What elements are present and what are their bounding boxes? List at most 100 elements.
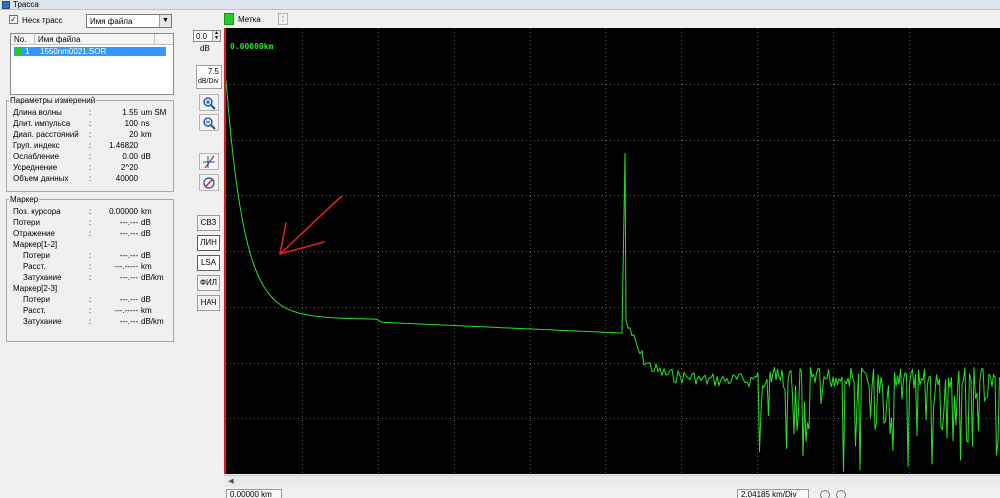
- marker-colon: :: [89, 262, 92, 271]
- window-titlebar: Трасса: [0, 0, 1000, 10]
- marker-value: ---.-----: [114, 306, 138, 315]
- marker-row: Потери: ---.--- dB: [13, 217, 173, 228]
- marker-cursor-icon: [203, 155, 215, 169]
- marker-label: Поз. курсора: [13, 207, 61, 216]
- marker-label: Потери: [13, 218, 40, 227]
- marker-unit: dB: [141, 218, 151, 227]
- trace-mode-select[interactable]: Имя файла ▼: [86, 14, 172, 28]
- zoom-in-button[interactable]: [199, 94, 219, 111]
- start-distance: 0.00000 km: [226, 489, 282, 498]
- marker-colon[interactable]: :: [278, 13, 288, 25]
- trace-canvas[interactable]: [226, 28, 1000, 474]
- marker-row: Поз. курсора: 0.00000 km: [13, 206, 173, 217]
- multi-trace-checkbox[interactable]: ✓: [9, 15, 18, 24]
- file-list-row[interactable]: 1 1550nm0021.SOR: [14, 47, 166, 56]
- file-row-name: 1550nm0021.SOR: [40, 47, 107, 56]
- measurement-unit: um SM: [141, 108, 167, 117]
- spinner-arrows-icon[interactable]: ▲ ▼: [212, 31, 220, 41]
- trace-mode-value: Имя файла: [90, 17, 133, 26]
- marker-row: Маркер[1-2]: [13, 239, 173, 250]
- column-no[interactable]: No.: [14, 35, 26, 44]
- chevron-down-icon[interactable]: ▼: [159, 15, 171, 27]
- mode-button-svz[interactable]: СВЗ: [197, 215, 220, 231]
- marker-label: Расст.: [23, 262, 46, 271]
- marker-value: ---.---: [119, 251, 138, 260]
- marker-label: Маркер[1-2]: [13, 240, 58, 249]
- marker-colon: :: [89, 317, 92, 326]
- marker-row: Потери: ---.--- dB: [13, 250, 173, 261]
- scale-unit: dB/Div: [198, 78, 219, 85]
- marker-colon: :: [89, 273, 92, 282]
- marker-unit: km: [141, 306, 152, 315]
- marker-value: ---.---: [119, 229, 138, 238]
- marker-unit: dB: [141, 229, 151, 238]
- measurement-row: Объем данных: 40000: [13, 173, 173, 184]
- column-filename[interactable]: Имя файла: [38, 35, 80, 44]
- offset-unit: dB: [200, 44, 210, 53]
- marker-value: ---.---: [119, 295, 138, 304]
- zoom-in-icon: [203, 97, 216, 110]
- marker-label: Затухание: [23, 273, 62, 282]
- measurement-value: 40000: [115, 174, 138, 183]
- marker-clear-icon: [203, 177, 215, 189]
- marker-row: Маркер[2-3]: [13, 283, 173, 294]
- measurement-colon: :: [89, 174, 92, 183]
- marker-color-swatch[interactable]: [224, 13, 234, 25]
- file-list-header: No. Имя файла: [11, 34, 173, 45]
- marker-row: Затухание: ---.--- dB/km: [13, 272, 173, 283]
- otdr-trace-line: [226, 79, 1000, 472]
- marker-label: Маркер[2-3]: [13, 284, 58, 293]
- measurement-colon: :: [89, 141, 92, 150]
- window-title: Трасса: [13, 0, 39, 9]
- distance-readout: 0.00000km: [230, 42, 274, 51]
- mode-button-nach[interactable]: НАЧ: [197, 295, 220, 311]
- marker-cursor-button[interactable]: [199, 153, 219, 170]
- marker-row: Затухание: ---.--- dB/km: [13, 316, 173, 327]
- offset-spinner[interactable]: 0.0 ▲ ▼: [193, 30, 221, 42]
- annotation-arrow-head: [279, 222, 325, 255]
- marker-row: Отражение: ---.--- dB: [13, 228, 173, 239]
- mode-button-lsa[interactable]: LSA: [197, 255, 220, 271]
- measurement-label: Ослабление: [13, 152, 60, 161]
- marker-row: Потери: ---.--- dB: [13, 294, 173, 305]
- marker-value: ---.---: [119, 317, 138, 326]
- marker-value: ---.---: [119, 218, 138, 227]
- offset-value: 0.0: [196, 32, 208, 41]
- measurement-row: Диап. расстояний: 20 km: [13, 129, 173, 140]
- zoom-out-icon[interactable]: [820, 490, 830, 498]
- measurement-params-title: Параметры измерений: [10, 96, 96, 105]
- scroll-left-arrow-icon[interactable]: ◀: [226, 477, 236, 487]
- marker-group: Маркер Поз. курсора:0.00000 km Потери: ---.…: [6, 195, 174, 342]
- marker-colon: :: [89, 218, 92, 227]
- file-list[interactable]: No. Имя файла 1 1550nm0021.SOR: [10, 33, 174, 95]
- measurement-unit: km: [141, 130, 152, 139]
- marker-unit: dB/km: [141, 317, 164, 326]
- horizontal-scrollbar[interactable]: ◀: [224, 475, 1000, 487]
- marker-unit: km: [141, 207, 152, 216]
- marker-colon: :: [89, 229, 92, 238]
- marker-unit: km: [141, 262, 152, 271]
- marker-row: Расст.: ---.----- km: [13, 305, 173, 316]
- measurement-colon: :: [89, 108, 92, 117]
- measurement-value: 1.46820: [109, 141, 138, 150]
- marker-colon: :: [89, 295, 92, 304]
- measurement-colon: :: [89, 152, 92, 161]
- marker-colon: :: [89, 207, 92, 216]
- otdr-trace-plot[interactable]: 0.00000km: [224, 28, 1000, 474]
- distance-per-div: 2.04185 km/Div: [737, 489, 809, 498]
- marker-unit: dB: [141, 251, 151, 260]
- mode-button-lin[interactable]: ЛИН: [197, 235, 220, 251]
- measurement-label: Длина волны: [13, 108, 62, 117]
- marker-clear-button[interactable]: [199, 174, 219, 191]
- scale-box[interactable]: 7.5 dB/Div: [196, 65, 222, 89]
- marker-label: Потери: [23, 251, 50, 260]
- measurement-row: Длит. импульса: 100 ns: [13, 118, 173, 129]
- mode-button-fil[interactable]: ФИЛ: [197, 275, 220, 291]
- measurement-unit: dB: [141, 152, 151, 161]
- zoom-fit-icon: [203, 117, 216, 130]
- settings-icon[interactable]: [836, 490, 846, 498]
- measurement-value: 2^20: [120, 163, 138, 172]
- zoom-fit-button[interactable]: [199, 114, 219, 131]
- multi-trace-label: Неск трасс: [22, 16, 63, 25]
- measurement-row: Ослабление: 0.00 dB: [13, 151, 173, 162]
